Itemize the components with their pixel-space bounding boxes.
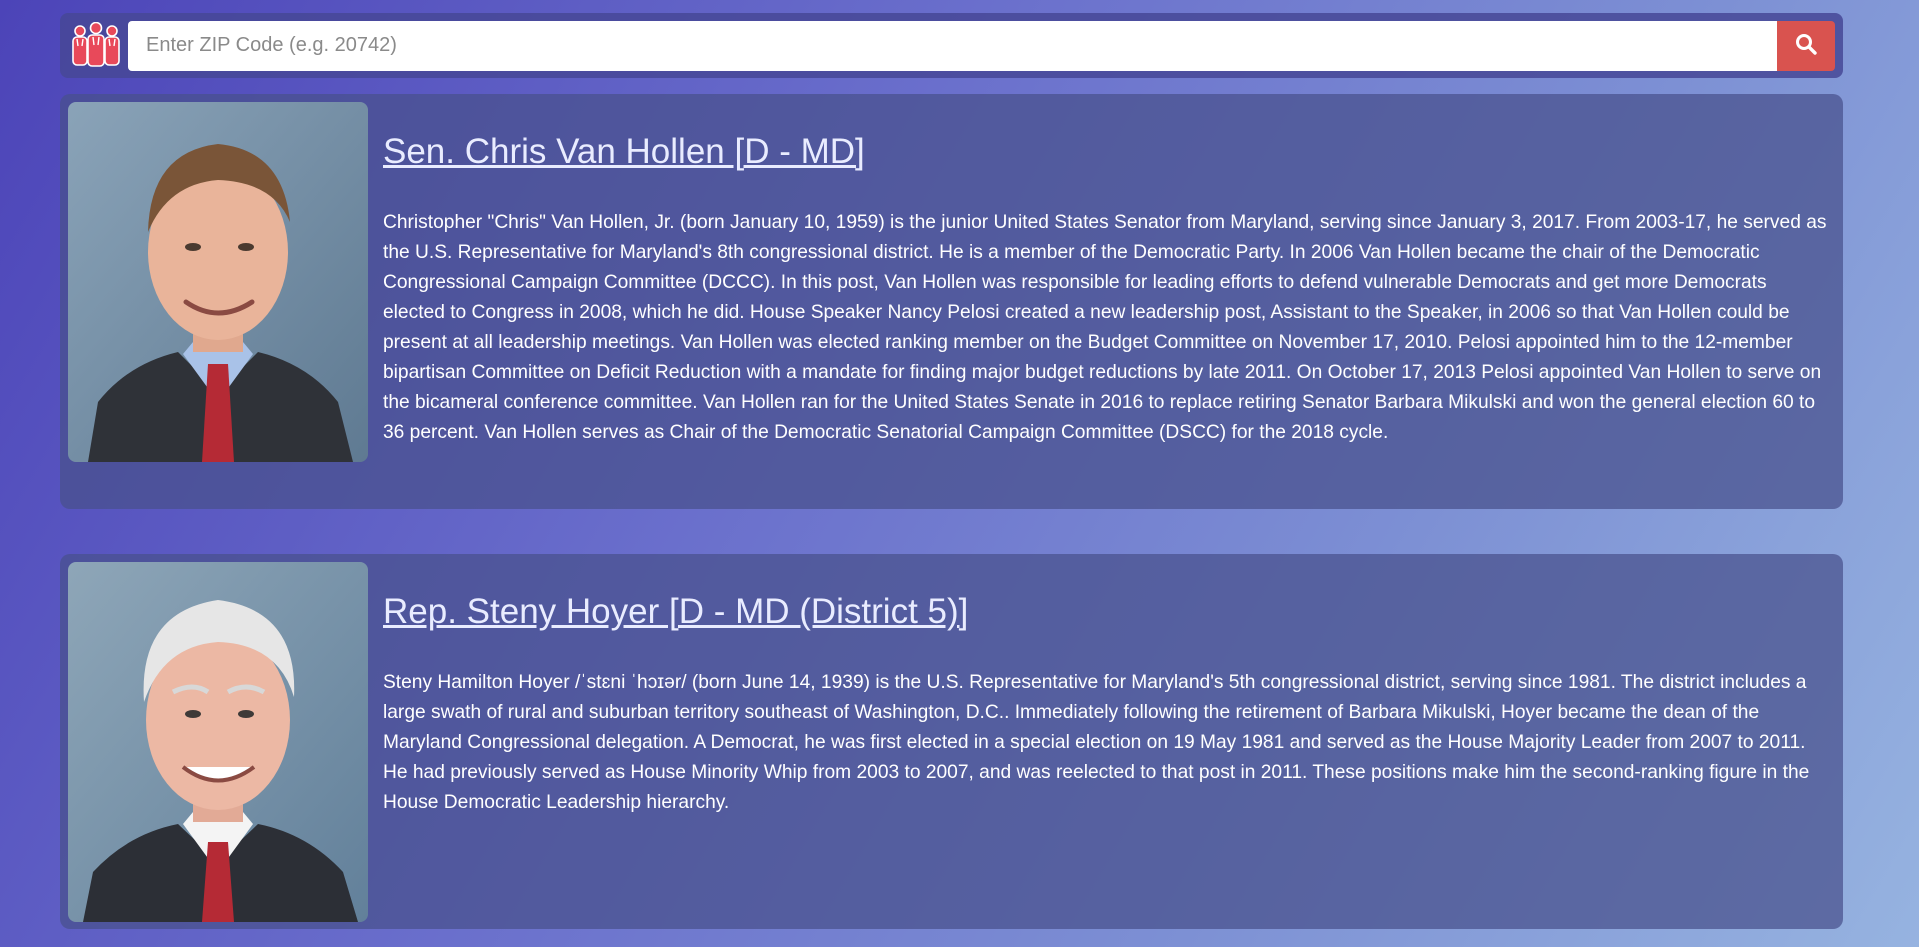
representative-name-link[interactable]: Sen. Chris Van Hollen [D - MD]: [383, 132, 865, 172]
representative-bio: Steny Hamilton Hoyer /ˈstɛni ˈhɔɪər/ (bo…: [383, 672, 1810, 813]
search-button[interactable]: [1777, 20, 1835, 71]
representative-name-link[interactable]: Rep. Steny Hoyer [D - MD (District 5)]: [383, 592, 968, 632]
portrait-hoyer: [68, 562, 368, 922]
portrait-van-hollen: [68, 102, 368, 462]
representative-bio: Christopher "Chris" Van Hollen, Jr. (bor…: [383, 212, 1827, 443]
search-bar: [60, 13, 1843, 78]
representative-card: Rep. Steny Hoyer [D - MD (District 5)] S…: [60, 554, 1843, 929]
people-group-icon[interactable]: [68, 20, 124, 72]
zip-code-input[interactable]: [128, 20, 1777, 71]
page-container: Sen. Chris Van Hollen [D - MD] Christoph…: [60, 13, 1843, 929]
card-body: Sen. Chris Van Hollen [D - MD] Christoph…: [383, 102, 1835, 501]
search-icon: [1795, 33, 1817, 58]
representative-card: Sen. Chris Van Hollen [D - MD] Christoph…: [60, 94, 1843, 509]
card-body: Rep. Steny Hoyer [D - MD (District 5)] S…: [383, 562, 1835, 921]
